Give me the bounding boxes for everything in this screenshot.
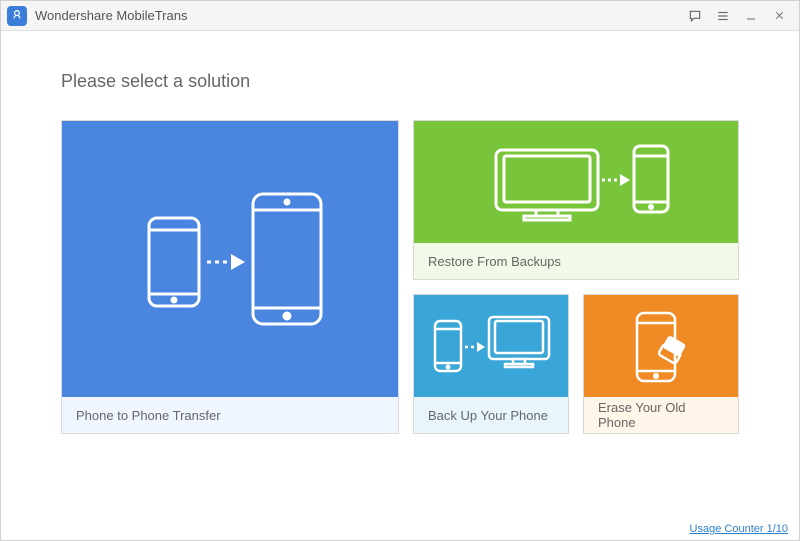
titlebar: Wondershare MobileTrans [1,1,799,31]
feedback-icon[interactable] [681,5,709,27]
app-logo-icon [7,6,27,26]
page-heading: Please select a solution [61,71,739,92]
footer: Usage Counter 1/10 [690,523,788,535]
backup-icon [414,295,568,397]
tile-label: Phone to Phone Transfer [62,397,398,433]
close-button[interactable] [765,5,793,27]
phone-transfer-icon [62,121,398,397]
tile-erase-your-old-phone[interactable]: Erase Your Old Phone [583,294,739,434]
erase-icon [584,295,738,397]
solution-grid: Phone to Phone Transfer Restore From [61,120,739,434]
bottom-row: Back Up Your Phone Era [413,294,739,434]
window-title: Wondershare MobileTrans [35,8,681,23]
menu-icon[interactable] [709,5,737,27]
restore-icon [414,121,738,243]
tile-restore-from-backups[interactable]: Restore From Backups [413,120,739,280]
tile-label: Erase Your Old Phone [584,397,738,433]
tile-label: Restore From Backups [414,243,738,279]
tile-label: Back Up Your Phone [414,397,568,433]
main-content: Please select a solution P [1,31,799,444]
usage-counter-link[interactable]: Usage Counter 1/10 [690,523,788,535]
minimize-button[interactable] [737,5,765,27]
tile-back-up-your-phone[interactable]: Back Up Your Phone [413,294,569,434]
tile-phone-to-phone-transfer[interactable]: Phone to Phone Transfer [61,120,399,434]
